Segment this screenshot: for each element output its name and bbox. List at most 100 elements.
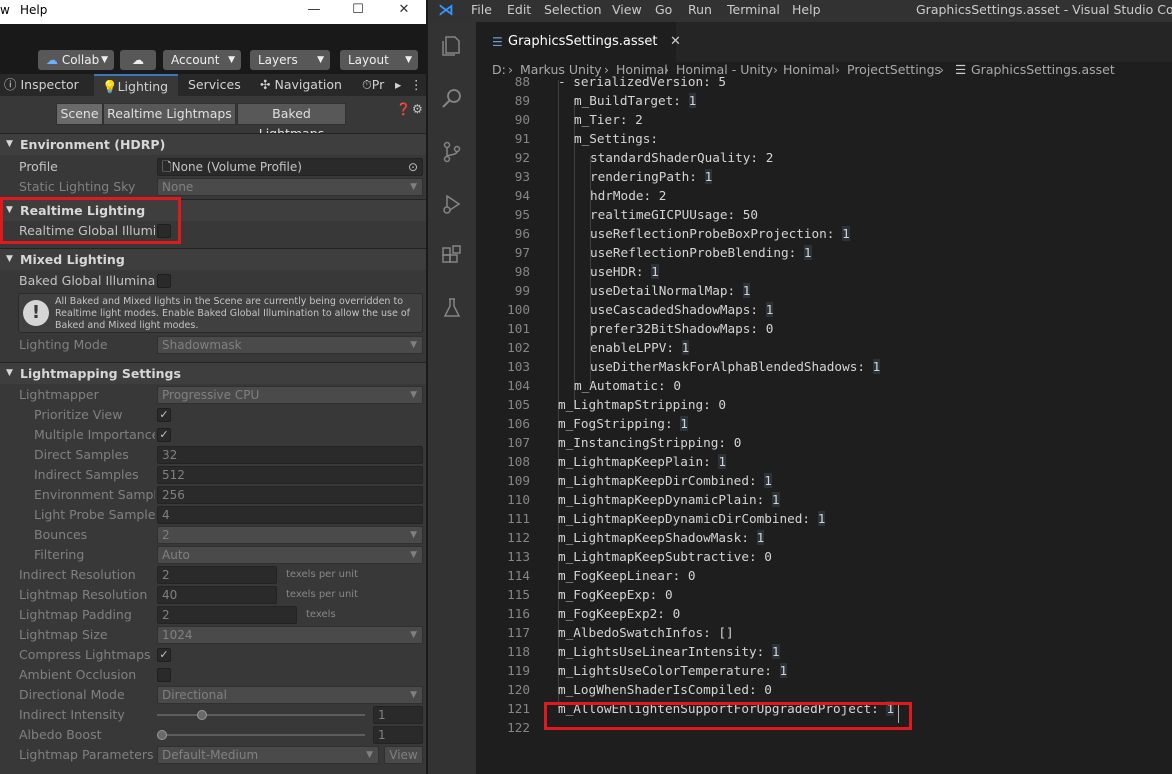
lightmap-padding-label: Lightmap Padding (19, 607, 132, 622)
lightbulb-icon: 💡 (102, 79, 118, 94)
search-icon[interactable] (440, 86, 464, 110)
cloud-button[interactable]: ☁ (120, 50, 156, 70)
code-line: m_LightsUseLinearIntensity: 1 (558, 642, 780, 661)
indirect-resolution-field[interactable]: 2 (157, 566, 277, 584)
editor-tab-graphics-settings[interactable]: ☰ GraphicsSettings.asset ✕ (476, 22, 681, 62)
albedo-boost-field[interactable]: 1 (373, 726, 423, 744)
yaml-key: standardShaderQuality: (590, 150, 759, 165)
menu-item-help[interactable]: Help (20, 3, 47, 17)
code-line: m_InstancingStripping: 0 (558, 433, 741, 452)
profile-label: Profile (19, 159, 58, 174)
lightmap-resolution-field[interactable]: 40 (157, 586, 277, 604)
menu-selection[interactable]: Selection (544, 2, 602, 17)
baked-lightmaps-subtab[interactable]: Baked Lightmaps (237, 103, 346, 141)
breadcrumb-project-settings[interactable]: ProjectSettings (847, 62, 941, 78)
menu-terminal[interactable]: Terminal (727, 2, 780, 17)
profile-field[interactable]: 🗋None (Volume Profile) ⊙ (157, 158, 423, 176)
explorer-icon[interactable] (440, 34, 464, 58)
bounces-dropdown[interactable]: 2 ▼ (157, 526, 423, 544)
lightmap-padding-field[interactable]: 2 (157, 606, 297, 624)
menu-help[interactable]: Help (792, 2, 821, 17)
maximize-icon[interactable]: ☐ (336, 0, 380, 22)
environment-section-header[interactable]: ▼ Environment (HDRP) (0, 133, 428, 155)
account-dropdown[interactable]: Account ▼ (163, 50, 241, 70)
gear-icon[interactable]: ⚙ (412, 102, 423, 116)
menu-file[interactable]: File (471, 2, 492, 17)
unity-toolbar: ☁ Collab ▼ ☁ Account ▼ Layers ▼ Layout ▼ (0, 46, 428, 74)
help-icon[interactable]: ❓ (396, 102, 411, 116)
lightmapping-section-header[interactable]: ▼ Lightmapping Settings (0, 362, 428, 384)
menu-go[interactable]: Go (655, 2, 672, 17)
yaml-value: 2 (635, 112, 643, 127)
environment-title: Environment (HDRP) (20, 137, 166, 152)
view-button[interactable]: View (384, 746, 423, 764)
prioritize-view-checkbox[interactable]: ✓ (157, 408, 171, 422)
tab-inspector[interactable]: ⓘ Inspector (4, 74, 92, 96)
static-sky-dropdown[interactable]: None ▼ (157, 178, 423, 196)
baked-gi-checkbox[interactable] (157, 274, 171, 288)
extensions-icon[interactable] (440, 244, 464, 268)
tab-scroll-right-icon[interactable]: ▸ (395, 74, 407, 96)
close-tab-icon[interactable]: ✕ (670, 22, 681, 62)
multiple-importance-checkbox[interactable]: ✓ (157, 428, 171, 442)
realtime-lightmaps-subtab[interactable]: Realtime Lightmaps (103, 103, 236, 125)
collab-button[interactable]: ☁ Collab ▼ (38, 50, 114, 70)
albedo-boost-slider-handle[interactable] (157, 730, 167, 740)
environment-samples-field[interactable]: 256 (157, 486, 423, 504)
ambient-occlusion-row: Ambient Occlusion (0, 665, 428, 685)
code-editor[interactable]: 88 - serializedVersion: 5 89 m_BuildTarget:… (476, 74, 1172, 774)
line-number: 101 (507, 321, 530, 336)
tab-services[interactable]: Services (188, 74, 252, 96)
indirect-intensity-field[interactable]: 1 (373, 706, 423, 724)
scene-subtab[interactable]: Scene (56, 103, 103, 125)
menu-run[interactable]: Run (688, 2, 712, 17)
info-alert-icon: ! (23, 300, 49, 326)
menu-edit[interactable]: Edit (507, 2, 531, 17)
filtering-row: Filtering Auto ▼ (0, 545, 428, 565)
object-picker-icon[interactable]: ⊙ (408, 159, 418, 175)
light-probe-samples-field[interactable]: 4 (157, 506, 423, 524)
direct-samples-field[interactable]: 32 (157, 446, 423, 464)
indirect-intensity-slider-track[interactable] (157, 714, 365, 716)
line-number: 111 (507, 511, 530, 526)
environment-samples-label: Environment Samples (34, 487, 155, 502)
yaml-value: 1 (817, 511, 826, 526)
layers-dropdown[interactable]: Layers ▼ (250, 50, 330, 70)
lightmap-size-dropdown[interactable]: 1024 ▼ (157, 626, 423, 644)
run-debug-icon[interactable] (440, 192, 464, 216)
tab-lighting[interactable]: 💡Lighting (94, 74, 178, 96)
code-line: useReflectionProbeBoxProjection: 1 (590, 224, 850, 243)
lighting-mode-dropdown[interactable]: Shadowmask ▼ (157, 336, 423, 354)
indirect-samples-row: Indirect Samples 512 (0, 465, 428, 485)
breadcrumb-file[interactable]: GraphicsSettings.asset (971, 62, 1115, 78)
file-lines-icon: ☰ (492, 35, 503, 49)
indirect-samples-field[interactable]: 512 (157, 466, 423, 484)
tab-profiler-label: Pr (371, 77, 385, 92)
minimize-icon[interactable]: — (292, 0, 336, 22)
yaml-value: 1 (756, 530, 765, 545)
yaml-key: m_FogKeepExp2: (558, 606, 665, 621)
lightmapper-dropdown[interactable]: Progressive CPU ▼ (157, 386, 423, 404)
filtering-dropdown[interactable]: Auto ▼ (157, 546, 423, 564)
tab-navigation[interactable]: ✣ Navigation (260, 74, 356, 96)
yaml-key: m_FogKeepLinear: (558, 568, 681, 583)
lightmap-parameters-dropdown[interactable]: Default-Medium ▼ (157, 746, 379, 764)
kebab-menu-icon[interactable]: ⋮ (410, 74, 423, 96)
mixed-lighting-section-header[interactable]: ▼ Mixed Lighting (0, 248, 428, 270)
ambient-occlusion-checkbox[interactable] (157, 668, 171, 682)
directional-mode-dropdown[interactable]: Directional ▼ (157, 686, 423, 704)
indirect-intensity-slider-handle[interactable] (197, 710, 207, 720)
file-lines-icon: ☰ (955, 62, 967, 77)
breadcrumb-honimal-2[interactable]: Honimal (783, 62, 835, 78)
layers-label: Layers (258, 53, 298, 67)
menu-view[interactable]: View (612, 2, 642, 17)
yaml-value: 0 (672, 606, 681, 621)
testing-flask-icon[interactable] (440, 296, 464, 320)
close-icon[interactable]: ✕ (382, 0, 426, 22)
compress-lightmaps-checkbox[interactable]: ✓ (157, 648, 171, 662)
menu-item-window[interactable]: w (0, 3, 10, 17)
layout-dropdown[interactable]: Layout ▼ (340, 50, 418, 70)
yaml-key: useHDR: (590, 264, 644, 279)
source-control-icon[interactable] (440, 140, 464, 164)
albedo-boost-slider-track[interactable] (157, 734, 365, 736)
